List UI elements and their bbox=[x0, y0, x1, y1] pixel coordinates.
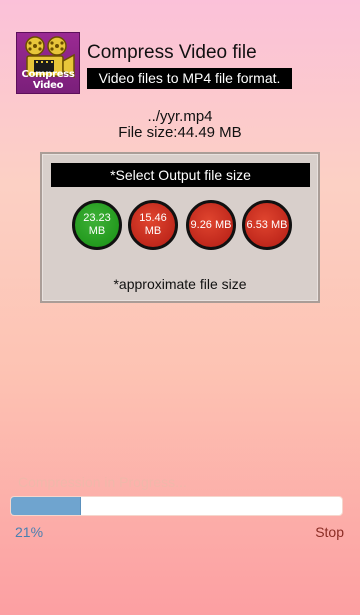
stop-button[interactable]: Stop bbox=[315, 524, 344, 540]
approximate-size-note: *approximate file size bbox=[113, 276, 247, 292]
progress-label: Compression in Progress... bbox=[18, 474, 187, 490]
size-option-label: 9.26 MB bbox=[190, 218, 232, 231]
progress-percent: 21% bbox=[15, 524, 44, 540]
output-size-panel: *Select Output file size 23.23 MB 15.46 … bbox=[40, 152, 320, 303]
size-option-3[interactable]: 9.26 MB bbox=[186, 200, 236, 250]
progress-bar bbox=[10, 496, 343, 516]
file-size: File size:44.49 MB bbox=[118, 124, 242, 141]
app-subtitle: Video files to MP4 file format. bbox=[87, 68, 292, 89]
size-option-label: 23.23 MB bbox=[83, 212, 111, 237]
app-logo-label: Compress Video bbox=[21, 69, 75, 91]
output-size-header: *Select Output file size bbox=[51, 163, 310, 187]
size-option-label: 6.53 MB bbox=[246, 218, 288, 231]
progress-fill bbox=[11, 497, 81, 515]
size-option-4[interactable]: 6.53 MB bbox=[242, 200, 292, 250]
size-option-1[interactable]: 23.23 MB bbox=[72, 200, 122, 250]
size-option-label: 15.46 MB bbox=[139, 212, 167, 237]
app-logo: Compress Video bbox=[16, 32, 80, 94]
size-options: 23.23 MB 15.46 MB 9.26 MB 6.53 MB bbox=[72, 200, 292, 252]
app-title: Compress Video file bbox=[87, 42, 257, 63]
app-header: Compress Video Compress Video file Video… bbox=[16, 32, 346, 94]
file-path: ../yyr.mp4 bbox=[147, 108, 213, 125]
size-option-2[interactable]: 15.46 MB bbox=[128, 200, 178, 250]
